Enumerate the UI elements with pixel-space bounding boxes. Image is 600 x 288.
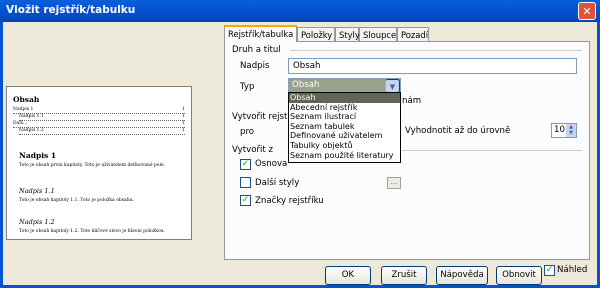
preview-label: Náhled [557,265,588,275]
window-title: Vložit rejstřík/tabulku [6,4,136,16]
other-styles-button[interactable]: ... [387,177,401,189]
preview-h11: Nadpis 1.1 [19,187,55,195]
preview-h12: Nadpis 1.2 [19,218,55,226]
outline-checkbox[interactable]: ✓ [240,159,251,170]
preview-heading: Obsah [13,95,40,104]
preview-toc-entry: Dalš… 1 [13,121,185,128]
type-option[interactable]: Abecední rejstřík [289,103,400,113]
tab-styles[interactable]: Styly [335,27,360,41]
type-title-group-label: Druh a titul [232,45,281,55]
preview-h1: Nadpis 1 [19,151,57,160]
outline-label: Osnova [255,159,288,169]
type-option[interactable]: Tabulky objektů [289,141,400,151]
tab-columns[interactable]: Sloupce [359,27,397,41]
chevron-down-icon[interactable]: ▼ [385,79,400,93]
preview-p11: Toto je obsah kapitoly 1.1. Toto je polo… [19,198,134,203]
preview-toc-entry: Nadpis 1.1 1 [19,114,185,121]
type-option[interactable]: Seznam použité literatury [289,151,400,161]
type-label: Typ [240,82,255,92]
level-stepper[interactable]: 10 ▲ ▼ [551,123,577,138]
type-option[interactable]: Definované uživatelem [289,131,400,141]
divider [290,50,582,51]
for-label: pro [240,127,255,137]
type-select-value: Obsah [292,80,320,90]
type-option[interactable]: Seznam ilustrací [289,112,400,122]
spin-arrows-icon[interactable]: ▲ ▼ [566,124,576,137]
preview-toc-entry: Nadpis 11 [13,107,185,114]
type-dropdown-list[interactable]: Obsah Abecední rejstřík Seznam ilustrací… [288,92,401,163]
tab-background[interactable]: Pozadí [397,27,429,41]
help-button[interactable]: Nápověda [436,266,488,285]
title-input[interactable]: Obsah [288,58,577,74]
create-from-group-label: Vytvořit z [232,145,273,155]
protected-label-fragment: nám [402,96,422,106]
ok-button[interactable]: OK [325,266,371,285]
preview-toc-entry: Nadpis 1.2 1 [19,128,185,135]
level-value: 10 [554,125,565,135]
close-icon[interactable]: ✕ [578,2,596,20]
divider [402,150,582,151]
index-marks-label: Značky rejstříku [255,196,324,206]
title-label: Nadpis [240,61,270,71]
preview-pane: Obsah Nadpis 11 Nadpis 1.1 1 Dalš… 1 Nadpi… [6,86,192,240]
other-styles-label: Další styly [255,178,300,188]
type-option[interactable]: Seznam tabulek [289,122,400,132]
cancel-button[interactable]: Zrušit [381,266,427,285]
preview-p1: Toto je obsah první kapitoly. Toto je už… [19,163,166,168]
evaluate-level-label: Vyhodnotit až do úrovně [405,126,511,136]
reset-button[interactable]: Obnovit [496,266,542,285]
preview-checkbox[interactable]: ✓ [544,265,555,276]
type-option[interactable]: Obsah [289,93,400,103]
index-marks-checkbox[interactable]: ✓ [240,195,251,206]
tab-index-table[interactable]: Rejstřík/tabulka [224,25,297,42]
other-styles-checkbox[interactable] [240,177,251,188]
tab-entries[interactable]: Položky [297,27,335,41]
preview-p12: Toto je obsah kapitoly 1.2. Toto klíčové… [19,229,165,234]
title-bar: Vložit rejstřík/tabulku ✕ [0,0,600,22]
